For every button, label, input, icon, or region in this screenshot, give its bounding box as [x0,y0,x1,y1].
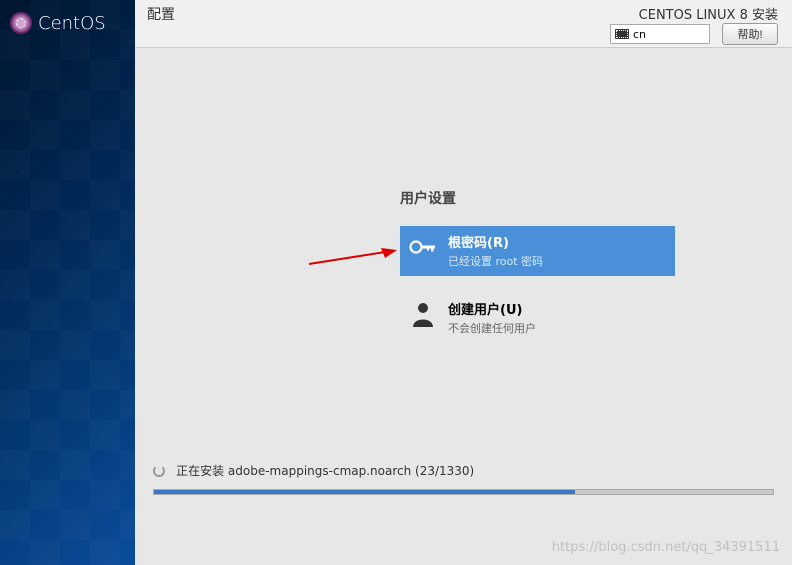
root-password-subtitle: 已经设置 root 密码 [448,253,543,269]
content: 用户设置 根密码(R) 已经设置 root 密码 [135,48,792,565]
key-icon [408,232,438,262]
progress-fill [154,490,575,494]
sidebar: CentOS [0,0,135,565]
create-user-subtitle: 不会创建任何用户 [448,320,536,336]
keyboard-icon [615,29,629,39]
keyboard-layout-selector[interactable]: cn [610,24,710,44]
spinner-icon [153,465,165,477]
centos-logo-icon [10,12,32,34]
progress-bar [153,489,774,495]
keyboard-layout-code: cn [633,28,646,41]
user-settings-heading: 用户设置 [400,188,456,208]
watermark: https://blog.csdn.net/qq_34391511 [552,540,780,555]
create-user-title: 创建用户(U) [448,299,536,318]
create-user-spoke[interactable]: 创建用户(U) 不会创建任何用户 [400,293,675,343]
root-password-title: 根密码(R) [448,232,543,251]
main-panel: 配置 CENTOS LINUX 8 安装 cn 帮助! 用户设置 根密码 [135,0,792,565]
progress-text: 正在安装 adobe-mappings-cmap.noarch (23/1330… [176,464,474,478]
root-password-spoke[interactable]: 根密码(R) 已经设置 root 密码 [400,226,675,276]
brand: CentOS [10,12,106,34]
install-title: CENTOS LINUX 8 安装 [639,4,778,23]
user-icon [408,299,438,329]
topbar: 配置 CENTOS LINUX 8 安装 cn 帮助! [135,0,792,48]
brand-text: CentOS [38,13,106,34]
page-title: 配置 [147,4,175,24]
annotation-arrow-icon [307,248,397,266]
progress-area: 正在安装 adobe-mappings-cmap.noarch (23/1330… [153,460,774,495]
help-button[interactable]: 帮助! [722,23,778,45]
